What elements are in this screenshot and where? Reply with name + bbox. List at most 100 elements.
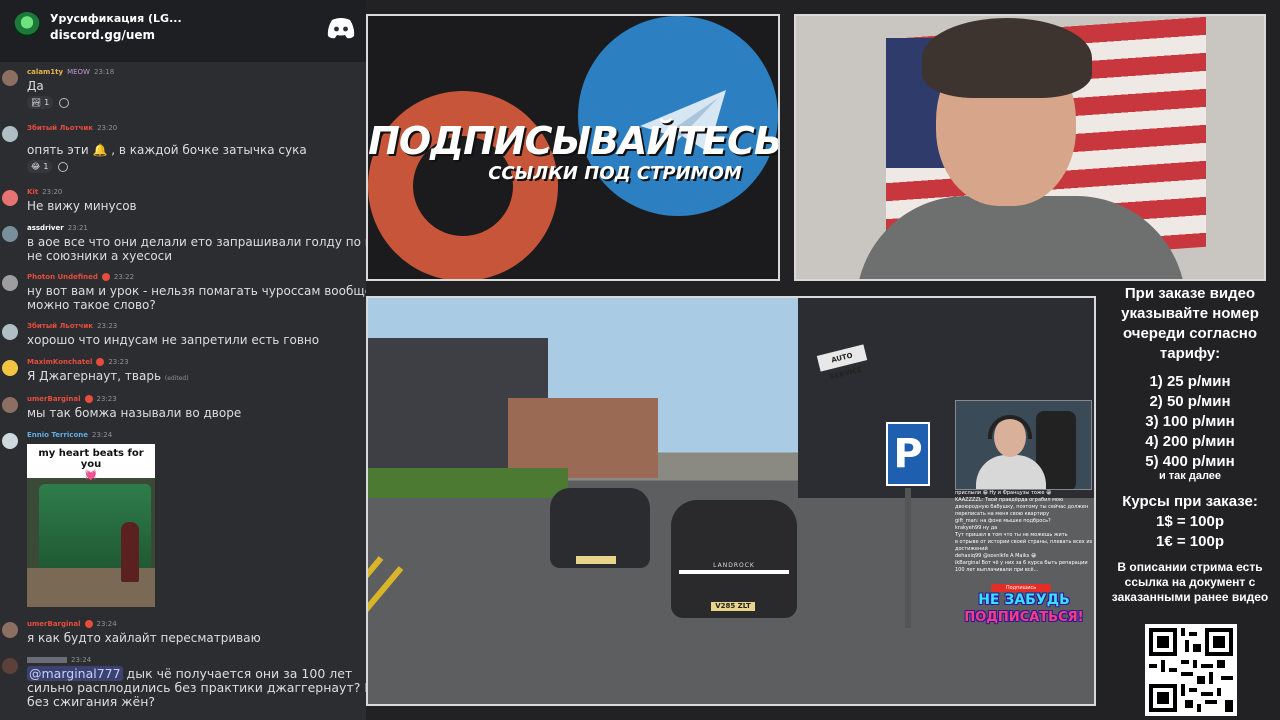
message-text-line2: не союзники а хуесоси — [27, 249, 173, 263]
timestamp: 23:20 — [97, 124, 118, 132]
qr-code-icon — [1145, 624, 1237, 716]
message-text: в аое все что они делали ето запрашивали… — [27, 235, 366, 249]
timestamp: 23:24 — [71, 656, 92, 664]
add-reaction-icon[interactable] — [58, 161, 69, 172]
avatar — [2, 658, 18, 674]
reaction-pill[interactable]: 🏞 1 — [27, 96, 54, 109]
subscribe-line2: ПОДПИСАТЬСЯ! — [964, 610, 1084, 625]
author-name[interactable]: assdriver — [27, 224, 64, 232]
timestamp: 23:23 — [108, 358, 129, 366]
timestamp: 23:22 — [113, 273, 135, 281]
author-name[interactable]: Ennio Terricone — [27, 431, 88, 439]
server-invite-link[interactable]: discord.gg/uem — [50, 28, 155, 42]
parking-pole — [905, 488, 911, 628]
overlay-chat-line: 100 лет выплачивали при всё... — [955, 567, 1039, 573]
promo-title: ПОДПИСЫВАЙТЕСЬ — [368, 119, 780, 163]
timestamp: 23:23 — [96, 395, 117, 403]
reaction-bar: 🏞 1 — [27, 96, 70, 109]
avatar — [2, 70, 18, 86]
overlay-chat-line: двоюродную бабушку, поэтому ты сейчас до… — [955, 504, 1089, 510]
overlay-chat-line: gift_man: на фоне мышке подбрось? — [955, 518, 1051, 524]
exchange-rates: Курсы при заказе: 1$ = 100р 1€ = 100р — [1100, 492, 1280, 552]
chat-message[interactable]: assdriver 23:21 в аое все что они делали … — [0, 224, 366, 266]
meme-caption-box: my heart beats for you 💓 — [27, 444, 155, 481]
chat-message[interactable]: Збитый Льотчик 23:20 опять эти 🔔 , в кажд… — [0, 124, 366, 173]
promo-banner: ПОДПИСЫВАЙТЕСЬ ССЫЛКИ ПОД СТРИМОМ — [366, 14, 780, 281]
chat-message[interactable]: Kit 23:20 Не вижу минусов — [0, 188, 366, 218]
add-reaction-icon[interactable] — [59, 97, 70, 108]
reaction-bar: 😂 1 — [27, 160, 69, 173]
timestamp: 23:21 — [67, 224, 88, 232]
message-text: ну вот вам и урок - нельзя помагать чуро… — [27, 284, 366, 298]
avatar — [2, 126, 18, 142]
tariff-item: 4) 200 р/мин — [1145, 433, 1235, 450]
road-line — [368, 566, 404, 704]
overlay-chat-line: Тут пришел в том что ты не можешь жить — [955, 532, 1068, 538]
subscribe-line1: НЕ ЗАБУДЬ — [978, 592, 1070, 608]
chat-message[interactable]: Photon Undefined 23:22 ну вот вам и урок … — [0, 273, 366, 317]
overlay-chat-line: dehaxiq99 @sosnikfe A Maiks 😀 — [955, 553, 1037, 559]
avatar — [2, 275, 18, 291]
discord-logo-icon — [327, 18, 355, 39]
road-line — [368, 556, 384, 704]
streamer-mini-cam — [955, 400, 1092, 490]
author-name[interactable]: Збитый Льотчик — [27, 322, 93, 330]
message-text-line3: без сжигания жён? — [27, 694, 156, 709]
author-name[interactable]: Kit — [27, 188, 38, 196]
player-suv — [671, 500, 797, 618]
server-avatar — [14, 12, 40, 38]
meme-caption: my heart beats for you — [38, 448, 144, 470]
role-icon — [84, 620, 93, 628]
message-text: я как будто хайлайт пересматриваю — [27, 631, 261, 645]
avatar — [2, 397, 18, 413]
avatar — [2, 433, 18, 449]
subscribe-button: Подпишись — [991, 584, 1051, 592]
server-name: Урусификация (LG... — [50, 12, 182, 25]
overlay-chat-line: переписать на меня свою квартиру — [955, 511, 1050, 517]
overlay-chat-line: krakyeh99 ну да — [955, 525, 998, 531]
timestamp: 23:24 — [91, 431, 113, 439]
chat-message[interactable]: 23:24 @marginal777 дык чё получается они… — [0, 656, 366, 720]
chat-message[interactable]: umerBarginal 23:23 мы так бомжа называли … — [0, 395, 366, 425]
author-name[interactable]: Збитый Льотчик — [27, 124, 93, 132]
message-text-line2: сильно расплодились без практики джаггер… — [27, 680, 366, 695]
building-brick — [508, 398, 658, 478]
user-mention[interactable]: @marginal777 — [27, 666, 123, 681]
author-name-redacted — [27, 657, 67, 663]
message-text: Не вижу минусов — [27, 199, 137, 213]
message-text: мы так бомжа называли во дворе — [27, 406, 242, 420]
message-text: Я Джагернаут, тварь (edited) — [27, 369, 189, 383]
chat-message[interactable]: MaximKonchatel 23:23 Я Джагернаут, тварь … — [0, 358, 366, 388]
message-text: @marginal777 дык чё получается они за 10… — [27, 666, 353, 681]
avatar — [2, 324, 18, 340]
avatar — [2, 622, 18, 638]
meme-image-attachment[interactable]: my heart beats for you 💓 — [27, 444, 155, 607]
tariff-item: 5) 400 р/мин — [1145, 453, 1235, 470]
author-name[interactable]: umerBarginal — [27, 620, 81, 628]
message-text-line2: можно такое слово? — [27, 298, 156, 312]
overlay-chat-line: достижений — [955, 546, 988, 552]
reaction-pill[interactable]: 😂 1 — [27, 160, 53, 173]
tariff-item: 1) 25 р/мин — [1149, 373, 1231, 390]
role-icon — [84, 395, 93, 403]
timestamp: 23:20 — [42, 188, 63, 196]
courses-title: Курсы при заказе: — [1122, 493, 1258, 510]
headset-icon — [988, 415, 1032, 439]
suv-plate: V285 ZLT — [711, 602, 755, 611]
author-name[interactable]: MaximKonchatel — [27, 358, 92, 366]
author-name[interactable]: Photon Undefined — [27, 273, 98, 281]
message-text: Да — [27, 79, 44, 93]
author-name[interactable]: calam1ty — [27, 68, 63, 76]
rate-item: 1€ = 100р — [1156, 533, 1224, 550]
chat-message[interactable]: Збитый Льотчик 23:23 хорошо что индусам н… — [0, 322, 366, 352]
chat-message[interactable]: calam1ty MEOW 23:18 Да 🏞 1 — [0, 68, 366, 109]
role-icon — [101, 273, 110, 281]
description-note: В описании стрима есть ссылка на докумен… — [1111, 560, 1269, 604]
server-header[interactable]: Урусификация (LG... discord.gg/uem — [0, 0, 366, 62]
overlay-chat-line: в отрыве от истории своей страны, плеват… — [955, 539, 1092, 545]
message-text: опять эти 🔔 , в каждой бочке затычка сук… — [27, 143, 307, 157]
author-name[interactable]: umerBarginal — [27, 395, 81, 403]
overlay-chat-line: прислыли 😀 Ну и Французы тоже 😀 — [955, 490, 1052, 496]
tariff-item: 2) 50 р/мин — [1149, 393, 1231, 410]
chat-message[interactable]: umerBarginal 23:24 я как будто хайлайт пе… — [0, 620, 366, 650]
